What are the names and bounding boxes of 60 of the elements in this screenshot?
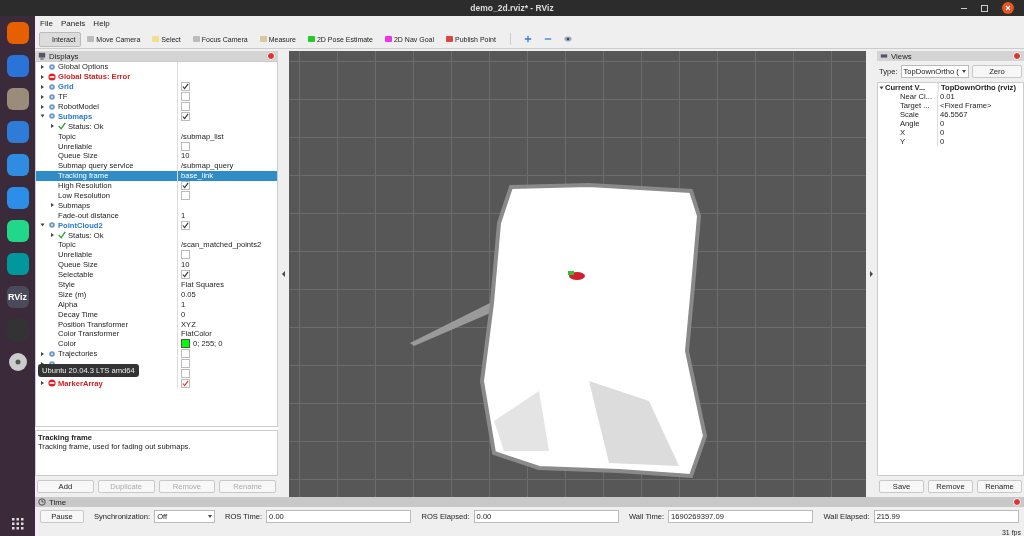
expand-arrow-icon[interactable] <box>41 74 44 79</box>
app-icon[interactable] <box>6 253 29 275</box>
expand-arrow-icon[interactable] <box>41 104 44 109</box>
robot-marker-icon <box>566 269 586 281</box>
expand-arrow-icon[interactable] <box>879 86 884 89</box>
checkbox[interactable] <box>181 378 190 388</box>
checkbox[interactable] <box>181 181 190 191</box>
maximize-icon[interactable] <box>981 4 988 12</box>
checkbox[interactable] <box>181 349 190 359</box>
checkbox[interactable] <box>181 250 190 260</box>
display-icon <box>48 221 56 230</box>
monitor-icon <box>38 52 46 60</box>
checkbox[interactable] <box>181 220 190 230</box>
close-icon[interactable] <box>1002 2 1014 14</box>
check-icon <box>58 231 66 240</box>
app-icon[interactable] <box>6 88 29 110</box>
expand-arrow-icon[interactable] <box>40 114 45 118</box>
check-icon <box>58 122 66 131</box>
checkbox[interactable] <box>181 92 190 102</box>
app-icon[interactable] <box>6 154 29 176</box>
disc-icon[interactable] <box>7 352 28 372</box>
collapse-arrow-icon[interactable] <box>282 271 285 277</box>
checkbox[interactable] <box>181 359 190 369</box>
app-icon[interactable] <box>6 187 29 209</box>
rviz-app-icon[interactable]: RViz <box>6 286 29 308</box>
expand-arrow-icon[interactable] <box>41 84 44 89</box>
expand-arrow-icon[interactable] <box>51 203 54 208</box>
app-icon[interactable] <box>6 220 29 242</box>
checkbox[interactable] <box>181 82 190 92</box>
checkbox[interactable] <box>181 141 190 151</box>
checkbox[interactable] <box>181 270 190 280</box>
3d-viewport[interactable] <box>289 51 866 497</box>
app-icon[interactable] <box>6 22 29 44</box>
expand-arrow-icon[interactable] <box>51 233 54 238</box>
color-swatch[interactable] <box>181 339 190 349</box>
expand-arrow-icon[interactable] <box>51 124 54 129</box>
expand-arrow-icon[interactable] <box>41 351 44 356</box>
app-icon[interactable] <box>6 55 29 77</box>
error-icon <box>48 72 56 81</box>
menu-item[interactable]: Help <box>93 18 110 28</box>
checkbox[interactable] <box>181 102 190 111</box>
collapse-arrow-icon[interactable] <box>870 271 873 277</box>
checkbox[interactable] <box>181 191 190 200</box>
apps-grid-icon[interactable] <box>11 518 24 530</box>
expand-arrow-icon[interactable] <box>41 381 44 386</box>
eye-icon[interactable] <box>563 35 572 43</box>
clock-icon <box>38 498 46 506</box>
error-icon <box>48 379 56 388</box>
expand-arrow-icon[interactable] <box>40 223 45 227</box>
checkbox[interactable] <box>181 369 190 379</box>
expand-arrow-icon[interactable] <box>41 64 44 69</box>
app-icon[interactable] <box>6 121 29 143</box>
minimize-icon[interactable] <box>961 7 967 9</box>
checkbox[interactable] <box>181 111 190 121</box>
add-icon[interactable] <box>523 35 532 43</box>
display-icon <box>48 62 56 71</box>
menu-item[interactable]: File <box>40 18 53 28</box>
window-title: demo_2d.rviz* - RViz <box>470 3 554 13</box>
expand-arrow-icon[interactable] <box>41 94 44 99</box>
menu-item[interactable]: Panels <box>60 18 86 28</box>
